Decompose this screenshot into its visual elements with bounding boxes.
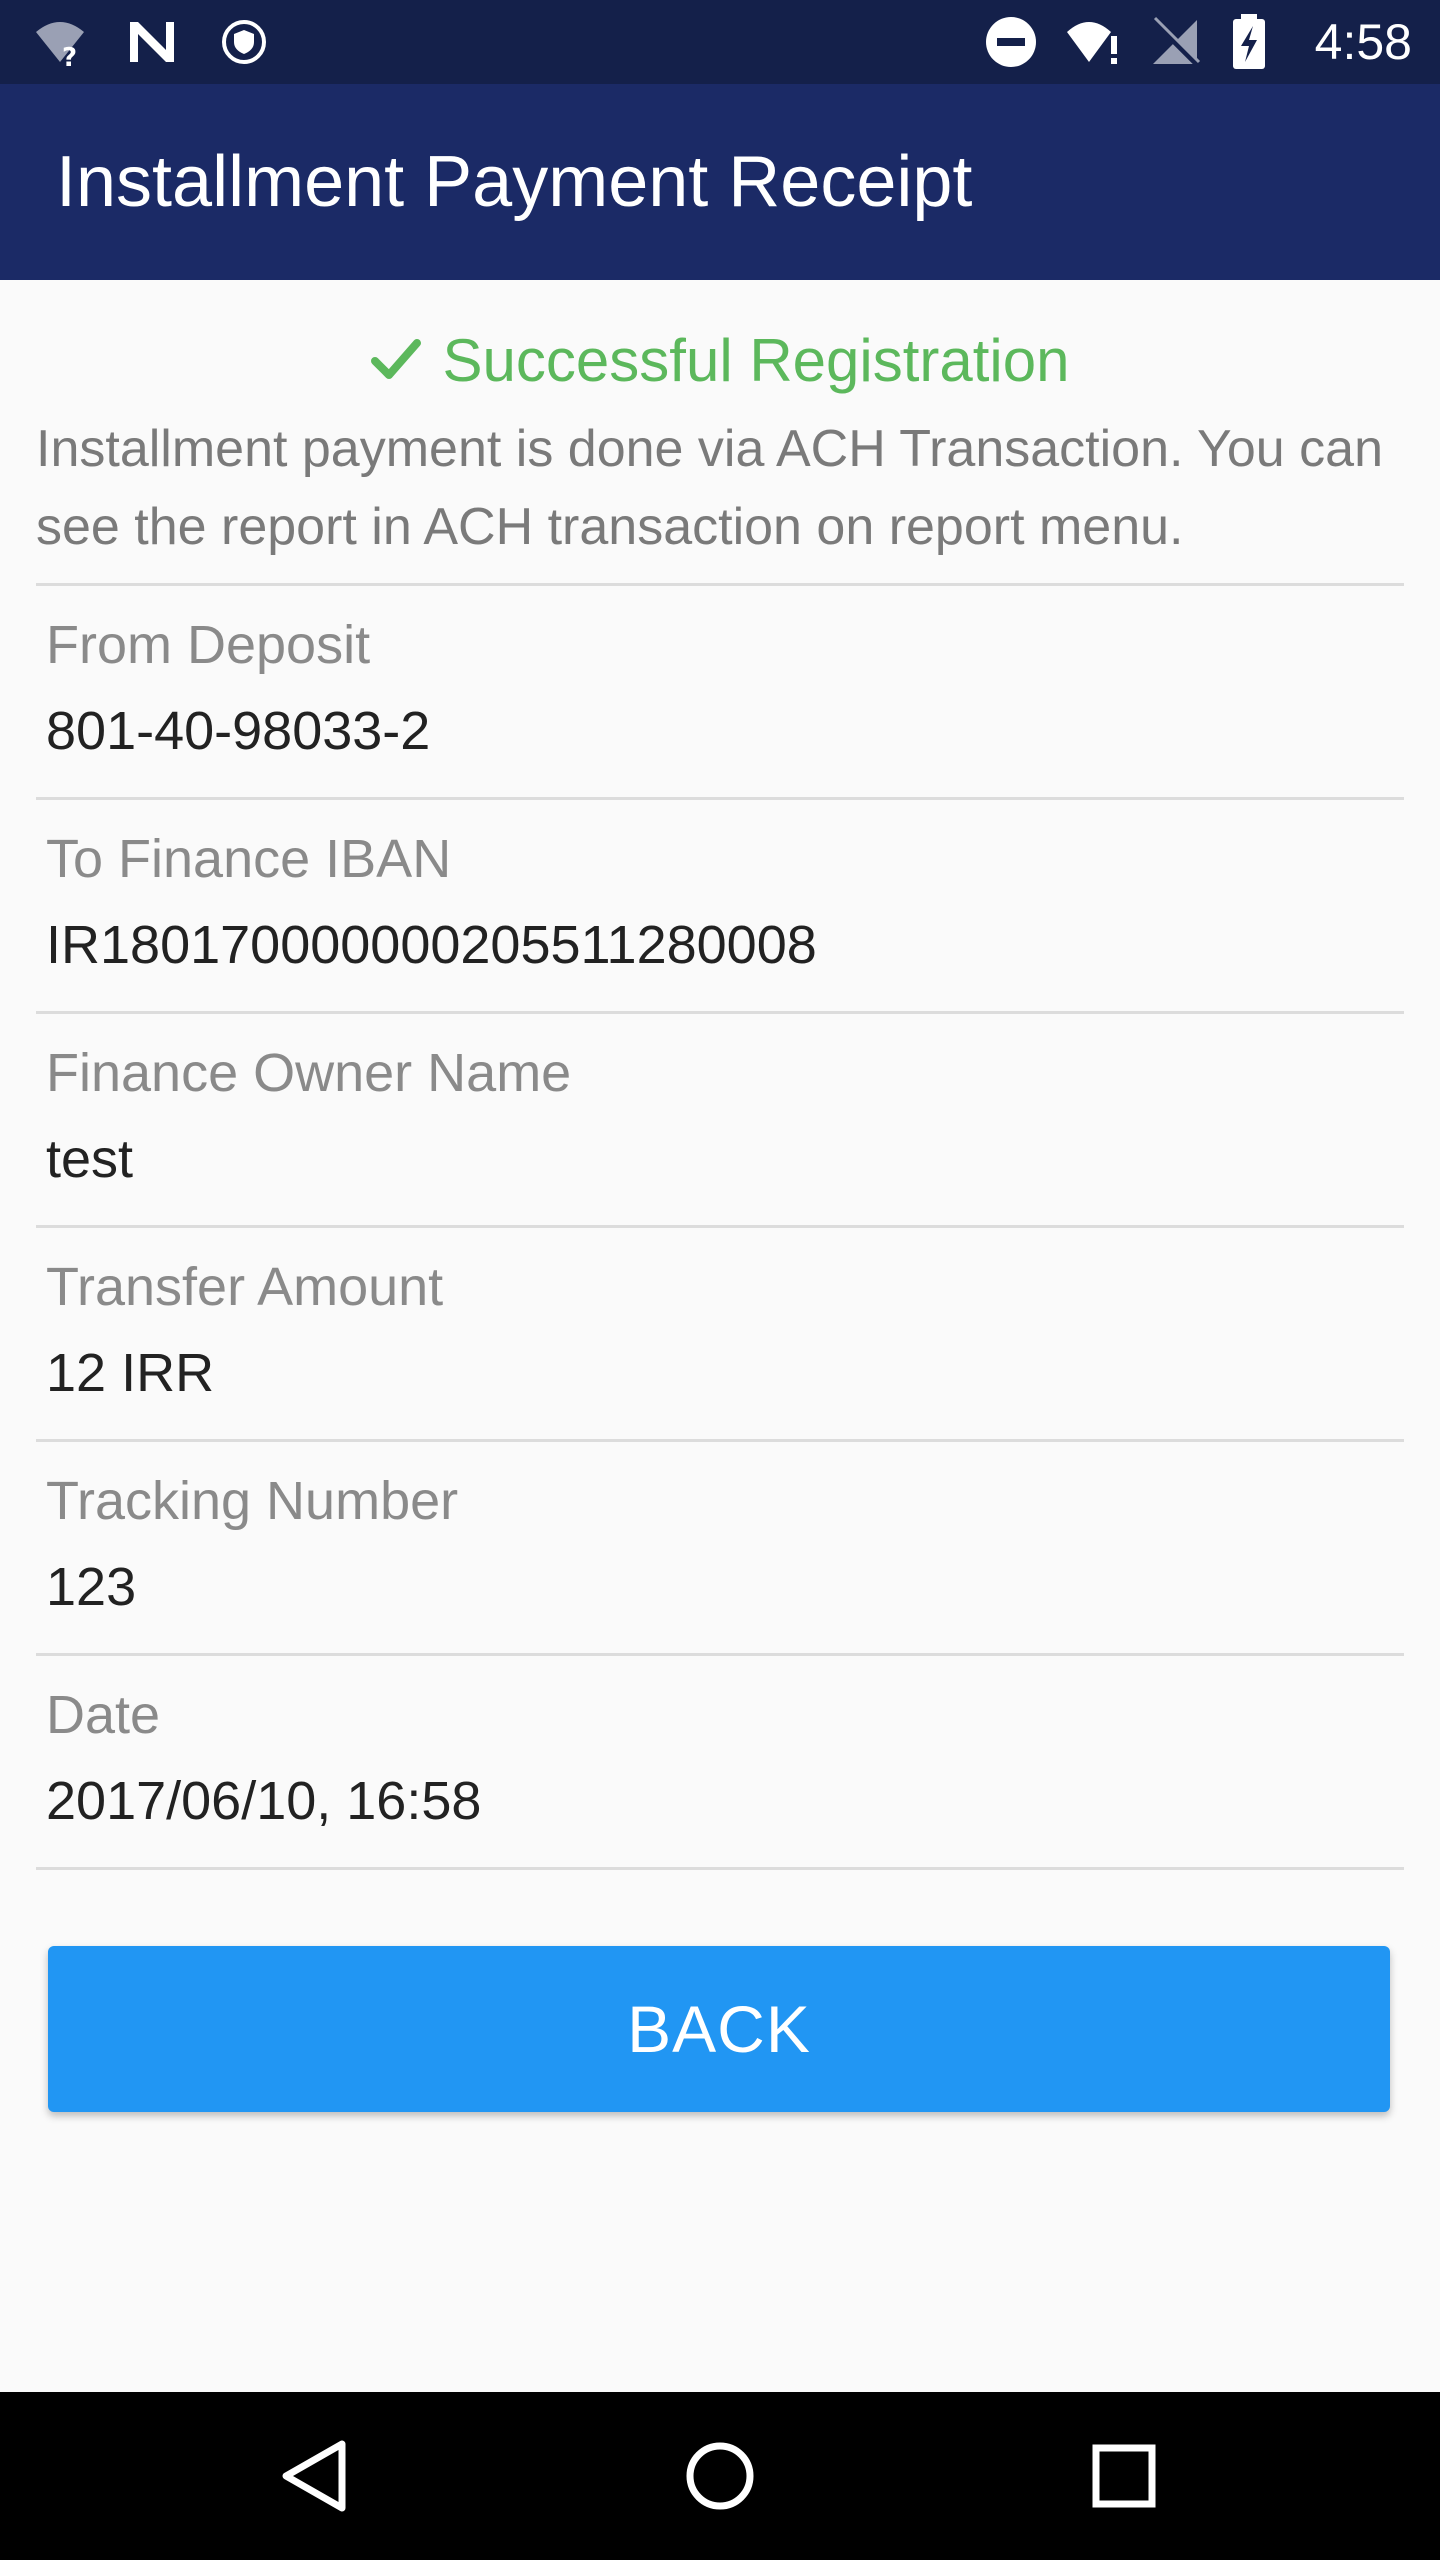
detail-row-finance-owner-name: Finance Owner Name test [36, 1014, 1404, 1228]
screen: ? 4:58 Installment Payment Receipt Succe… [0, 0, 1440, 2560]
detail-value: 12 IRR [46, 1343, 215, 1403]
svg-text:?: ? [62, 43, 77, 70]
detail-value: 2017/06/10, 16:58 [46, 1771, 482, 1831]
status-right-icons: 4:58 [983, 12, 1412, 72]
no-signal-icon [1147, 14, 1203, 70]
detail-label: Finance Owner Name [46, 1043, 572, 1103]
checkmark-icon [370, 335, 421, 385]
success-status: Successful Registration [0, 310, 1440, 410]
detail-value: 123 [46, 1557, 137, 1617]
receipt-details: From Deposit 801-40-98033-2 To Finance I… [36, 583, 1404, 1870]
battery-charging-icon [1229, 14, 1285, 70]
app-bar: Installment Payment Receipt [0, 84, 1440, 280]
success-status-text: Successful Registration [442, 326, 1070, 394]
detail-value: test [46, 1129, 134, 1189]
n-notification-icon [124, 14, 180, 70]
detail-label: Tracking Number [46, 1471, 459, 1531]
detail-value: IR180170000000205511280008 [46, 915, 817, 975]
result-message: Installment payment is done via ACH Tran… [36, 420, 1383, 556]
recents-square-icon[interactable] [1074, 2426, 1174, 2526]
status-left-icons: ? [32, 12, 272, 73]
detail-row-date: Date 2017/06/10, 16:58 [36, 1656, 1404, 1870]
wifi-alert-icon [1065, 14, 1121, 70]
detail-row-tracking-number: Tracking Number 123 [36, 1442, 1404, 1656]
do-not-disturb-icon [983, 14, 1039, 70]
detail-row-transfer-amount: Transfer Amount 12 IRR [36, 1228, 1404, 1442]
shield-icon [216, 14, 272, 70]
back-button[interactable]: BACK [48, 1946, 1390, 2112]
back-triangle-icon[interactable] [264, 2426, 364, 2526]
detail-label: To Finance IBAN [46, 829, 452, 889]
status-bar: ? 4:58 [0, 0, 1440, 84]
detail-label: From Deposit [46, 615, 371, 675]
page-title: Installment Payment Receipt [56, 142, 973, 222]
home-circle-icon[interactable] [670, 2426, 770, 2526]
detail-label: Transfer Amount [46, 1257, 444, 1317]
detail-row-to-finance-iban: To Finance IBAN IR1801700000002055112800… [36, 800, 1404, 1014]
detail-value: 801-40-98033-2 [46, 701, 431, 761]
detail-row-from-deposit: From Deposit 801-40-98033-2 [36, 586, 1404, 800]
wifi-unknown-icon: ? [32, 14, 88, 73]
status-time: 4:58 [1314, 14, 1412, 70]
nav-bar [0, 2392, 1440, 2560]
detail-label: Date [46, 1685, 161, 1745]
